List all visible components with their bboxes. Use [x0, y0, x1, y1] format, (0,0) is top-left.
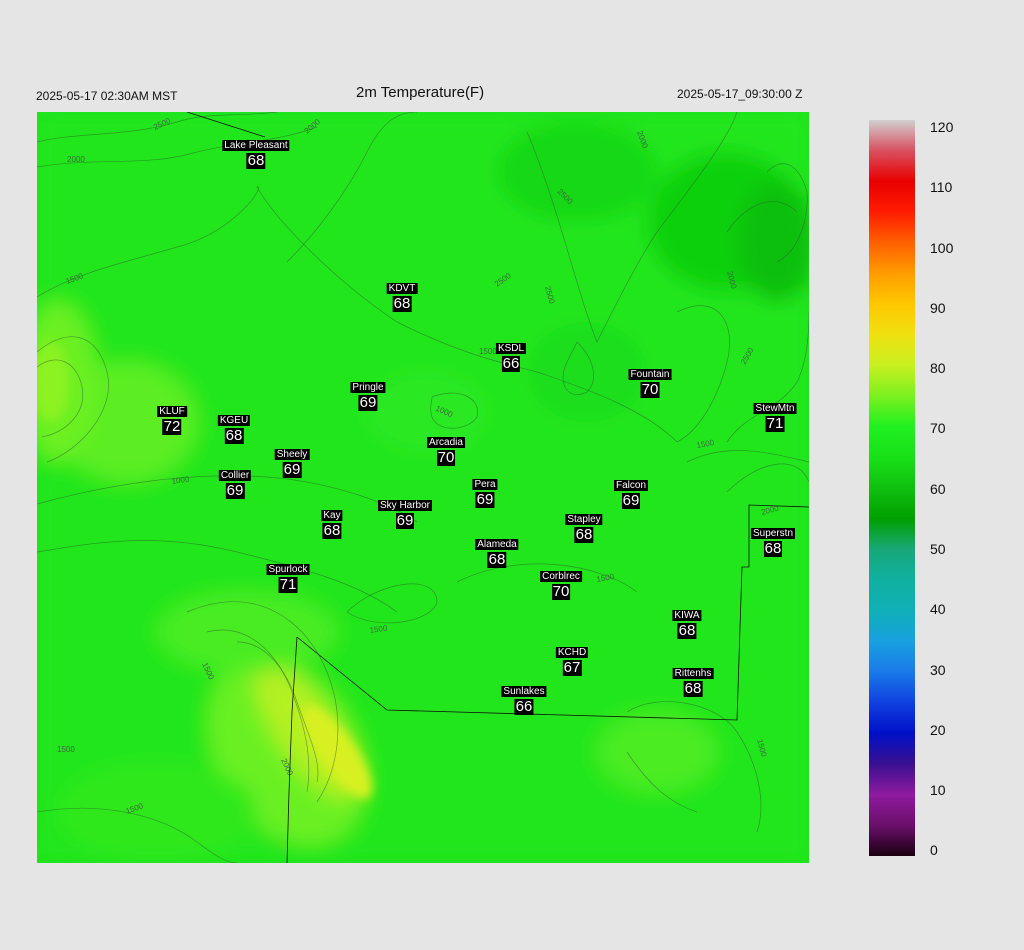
station-lake-pleasant[interactable]: Lake Pleasant 68	[222, 140, 290, 169]
station-name: Lake Pleasant	[222, 140, 290, 151]
station-temp: 66	[514, 698, 534, 715]
station-temp: 68	[677, 622, 697, 639]
station-temp: 68	[574, 526, 594, 543]
station-temp: 68	[763, 540, 783, 557]
colorbar-label: 90	[930, 300, 946, 316]
station-temp: 69	[225, 482, 245, 499]
station-name: StewMtn	[753, 403, 797, 414]
station-temp: 68	[487, 551, 507, 568]
station-name: KCHD	[555, 647, 589, 658]
colorbar-label: 50	[930, 541, 946, 557]
colorbar-label: 40	[930, 601, 946, 617]
station-kay[interactable]: Kay 68	[321, 510, 343, 539]
colorbar-label: 110	[930, 179, 953, 195]
colorbar-label: 60	[930, 481, 946, 497]
station-name: Pera	[472, 479, 498, 490]
station-kchd[interactable]: KCHD 67	[555, 647, 589, 676]
station-name: KIWA	[672, 610, 702, 621]
colorbar-label: 10	[930, 782, 946, 798]
contour-label: 2000	[67, 155, 85, 164]
colorbar-label: 20	[930, 722, 946, 738]
station-kluf[interactable]: KLUF 72	[157, 406, 187, 435]
temperature-map: 2500 2000 2000 1500 2500 2000 2500 2500 …	[37, 112, 809, 863]
station-stapley[interactable]: Stapley 68	[565, 514, 603, 543]
station-rittenhs[interactable]: Rittenhs 68	[672, 668, 714, 697]
station-name: Collier	[218, 470, 252, 481]
station-temp: 69	[358, 394, 378, 411]
station-fountain[interactable]: Fountain 70	[628, 369, 672, 398]
colorbar-label: 0	[930, 842, 938, 858]
station-name: Sheely	[274, 449, 310, 460]
station-name: Spurlock	[266, 564, 310, 575]
station-kdvt[interactable]: KDVT 68	[386, 283, 418, 312]
station-stewmtn[interactable]: StewMtn 71	[753, 403, 797, 432]
station-name: Sunlakes	[501, 686, 547, 697]
station-temp: 68	[322, 522, 342, 539]
station-temp: 72	[162, 418, 182, 435]
valid-time-utc: 2025-05-17_09:30:00 Z	[677, 87, 803, 101]
station-name: Sky Harbor	[377, 500, 433, 511]
station-name: Kay	[321, 510, 343, 521]
station-name: KGEU	[217, 415, 251, 426]
station-kgeu[interactable]: KGEU 68	[217, 415, 251, 444]
map-title: 2m Temperature(F)	[356, 84, 485, 101]
station-temp: 69	[282, 461, 302, 478]
station-name: KDVT	[386, 283, 418, 294]
contour-label: 1500	[479, 347, 497, 356]
station-spurlock[interactable]: Spurlock 71	[266, 564, 310, 593]
station-temp: 68	[392, 295, 412, 312]
station-sky-harbor[interactable]: Sky Harbor 69	[377, 500, 433, 529]
station-collier[interactable]: Collier 69	[218, 470, 252, 499]
station-pera[interactable]: Pera 69	[472, 479, 498, 508]
station-name: Alameda	[475, 539, 519, 550]
station-name: Corblrec	[540, 571, 582, 582]
colorbar-label: 80	[930, 360, 946, 376]
station-temp: 68	[224, 427, 244, 444]
station-corblrec[interactable]: Corblrec 70	[540, 571, 582, 600]
shading-layer	[37, 112, 809, 863]
station-name: KLUF	[157, 406, 187, 417]
colorbar-label: 120	[930, 119, 954, 135]
station-temp: 71	[278, 576, 298, 593]
station-sunlakes[interactable]: Sunlakes 66	[501, 686, 547, 715]
station-temp: 68	[246, 152, 266, 169]
station-temp: 66	[501, 355, 521, 372]
station-falcon[interactable]: Falcon 69	[613, 480, 649, 509]
station-alameda[interactable]: Alameda 68	[475, 539, 519, 568]
station-name: KSDL	[495, 343, 527, 354]
station-name: Arcadia	[427, 437, 465, 448]
station-kiwa[interactable]: KIWA 68	[672, 610, 702, 639]
station-temp: 67	[562, 659, 582, 676]
contour-label: 1500	[57, 745, 75, 754]
station-arcadia[interactable]: Arcadia 70	[427, 437, 465, 466]
station-sheely[interactable]: Sheely 69	[274, 449, 310, 478]
station-ksdl[interactable]: KSDL 66	[495, 343, 527, 372]
station-temp: 69	[395, 512, 415, 529]
station-temp: 70	[436, 449, 456, 466]
station-temp: 68	[683, 680, 703, 697]
station-name: Fountain	[628, 369, 672, 380]
colorbar-label: 70	[930, 420, 946, 436]
station-name: Stapley	[565, 514, 603, 525]
station-temp: 70	[640, 381, 660, 398]
station-name: Rittenhs	[672, 668, 714, 679]
station-name: Falcon	[613, 480, 649, 491]
colorbar-label: 30	[930, 662, 946, 678]
temperature-field: 2500 2000 2000 1500 2500 2000 2500 2500 …	[37, 112, 809, 863]
temperature-colorbar	[869, 120, 915, 856]
colorbar-label: 100	[930, 240, 954, 256]
station-superstn[interactable]: Superstn 68	[750, 528, 796, 557]
station-temp: 69	[475, 491, 495, 508]
station-name: Pringle	[350, 382, 386, 393]
station-temp: 69	[621, 492, 641, 509]
valid-time-local: 2025-05-17 02:30AM MST	[36, 89, 178, 103]
station-temp: 70	[551, 583, 571, 600]
station-temp: 71	[765, 415, 785, 432]
station-name: Superstn	[750, 528, 796, 539]
station-pringle[interactable]: Pringle 69	[350, 382, 386, 411]
